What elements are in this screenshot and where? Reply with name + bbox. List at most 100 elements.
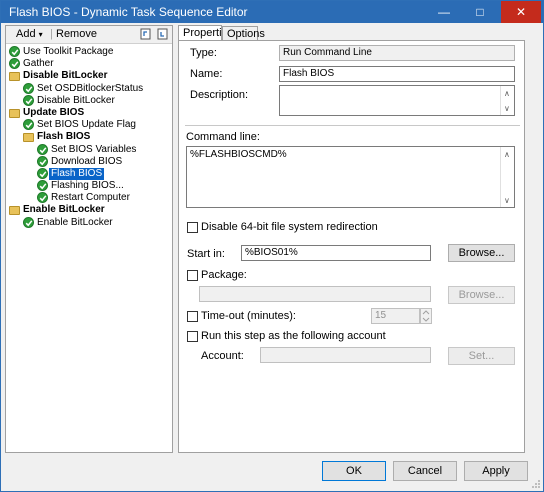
properties-panel: Type: Run Command Line Name: Flash BIOS … [178,40,525,453]
description-label: Description: [190,89,249,101]
description-input[interactable]: ∧ ∨ [279,85,515,116]
task-sequence-tree-pane: Add ▾ | Remove Use Toolkit Package Gather… [5,25,173,453]
tree-item-label: Enable BitLocker [23,204,105,216]
tree-item[interactable]: Enable BitLocker [6,204,172,216]
disable-64bit-checkbox[interactable] [187,222,198,233]
tree-item[interactable]: Disable BitLocker [6,70,172,82]
tree-item-label: Set BIOS Update Flag [37,119,136,131]
account-input[interactable] [260,347,431,363]
task-sequence-editor-window: Flash BIOS - Dynamic Task Sequence Edito… [0,0,544,492]
check-icon [37,192,48,204]
add-button[interactable]: Add ▾ [16,28,43,40]
tree-item[interactable]: Set OSDBitlockerStatus [6,82,172,95]
check-icon [37,155,48,167]
scroll-up-icon[interactable]: ∧ [504,148,510,162]
tree-item-label: Set OSDBitlockerStatus [37,82,144,94]
remove-button[interactable]: Remove [56,28,97,40]
folder-icon [23,133,34,143]
maximize-button[interactable]: □ [463,1,497,23]
account-label: Account: [201,350,244,362]
move-up-icon[interactable] [140,27,152,44]
start-in-label: Start in: [187,248,225,260]
tree-item[interactable]: Enable BitLocker [6,216,172,229]
check-icon [23,119,34,131]
tree-item[interactable]: Flashing BIOS... [6,180,172,192]
tree-item-label: Restart Computer [51,192,130,204]
tree-item[interactable]: Set BIOS Update Flag [6,119,172,131]
command-line-input[interactable]: %FLASHBIOSCMD% ∧ ∨ [186,146,515,208]
minimize-button[interactable]: — [427,1,461,23]
check-icon [23,94,34,106]
tree-item[interactable]: Flash BIOS [6,131,172,143]
task-sequence-tree[interactable]: Use Toolkit Package Gather Disable BitLock… [6,46,172,229]
disable-64bit-label: Disable 64-bit file system redirection [201,221,378,233]
package-browse-button[interactable]: Browse... [448,286,515,304]
timeout-label: Time-out (minutes): [201,310,296,322]
check-icon [37,167,48,179]
tree-item[interactable]: Restart Computer [6,192,172,204]
ok-button[interactable]: OK [322,461,386,481]
add-dropdown-icon: ▾ [38,30,43,39]
check-icon [37,180,48,192]
tree-item-label: Enable BitLocker [37,216,113,228]
scroll-up-icon[interactable]: ∧ [504,87,510,101]
timeout-spinner[interactable] [420,308,432,324]
tree-item-label: Flashing BIOS... [51,180,124,192]
package-label: Package: [201,269,247,281]
run-as-account-checkbox[interactable] [187,331,198,342]
close-button[interactable]: ✕ [501,1,541,23]
type-label: Type: [190,47,217,59]
check-icon [9,58,20,70]
resize-grip-icon[interactable] [531,479,541,489]
scroll-down-icon[interactable]: ∨ [504,194,510,207]
tree-toolbar: Add ▾ | Remove [6,26,172,44]
move-down-icon[interactable] [157,27,169,44]
tree-item[interactable]: Use Toolkit Package [6,46,172,58]
tab-options[interactable]: Options [222,26,265,41]
command-line-label: Command line: [186,131,260,143]
check-icon [23,216,34,228]
folder-icon [9,72,20,82]
tree-item-label: Disable BitLocker [23,70,108,82]
folder-icon [9,206,20,216]
tree-item[interactable]: Update BIOS [6,107,172,119]
description-scrollbar[interactable]: ∧ ∨ [500,86,514,115]
tree-item-label: Gather [23,58,54,70]
name-label: Name: [190,68,223,80]
add-label: Add [16,28,36,40]
tree-item[interactable]: Disable BitLocker [6,94,172,107]
command-line-value: %FLASHBIOSCMD% [190,149,287,160]
account-set-button[interactable]: Set... [448,347,515,365]
window-title: Flash BIOS - Dynamic Task Sequence Edito… [9,5,248,19]
start-in-input[interactable]: %BIOS01% [241,245,431,261]
name-input[interactable]: Flash BIOS [279,66,515,82]
check-icon [9,46,20,57]
separator-line [185,125,520,126]
tree-item-label: Use Toolkit Package [23,46,114,57]
run-as-account-label: Run this step as the following account [201,330,386,342]
tree-item[interactable]: Flash BIOS [6,167,172,180]
package-checkbox[interactable] [187,270,198,281]
folder-icon [9,108,20,118]
tree-item-label: Disable BitLocker [37,94,115,106]
check-icon [37,143,48,155]
tree-item[interactable]: Set BIOS Variables [6,143,172,156]
check-icon [23,82,34,94]
tree-item-label: Flash BIOS [49,167,105,180]
package-input[interactable] [199,286,431,302]
timeout-input[interactable]: 15 [371,308,420,324]
tree-item-label: Set BIOS Variables [51,143,137,155]
tree-item[interactable]: Gather [6,58,172,70]
start-in-browse-button[interactable]: Browse... [448,244,515,262]
title-bar[interactable]: Flash BIOS - Dynamic Task Sequence Edito… [1,1,543,23]
apply-button[interactable]: Apply [464,461,528,481]
cancel-button[interactable]: Cancel [393,461,457,481]
tree-item-label: Flash BIOS [37,131,91,143]
scroll-down-icon[interactable]: ∨ [504,102,510,115]
toolbar-separator: | [50,28,53,40]
type-field: Run Command Line [279,45,515,61]
tree-item-label: Download BIOS [51,155,123,167]
tree-item[interactable]: Download BIOS [6,155,172,168]
timeout-checkbox[interactable] [187,311,198,322]
command-line-scrollbar[interactable]: ∧ ∨ [500,147,514,207]
